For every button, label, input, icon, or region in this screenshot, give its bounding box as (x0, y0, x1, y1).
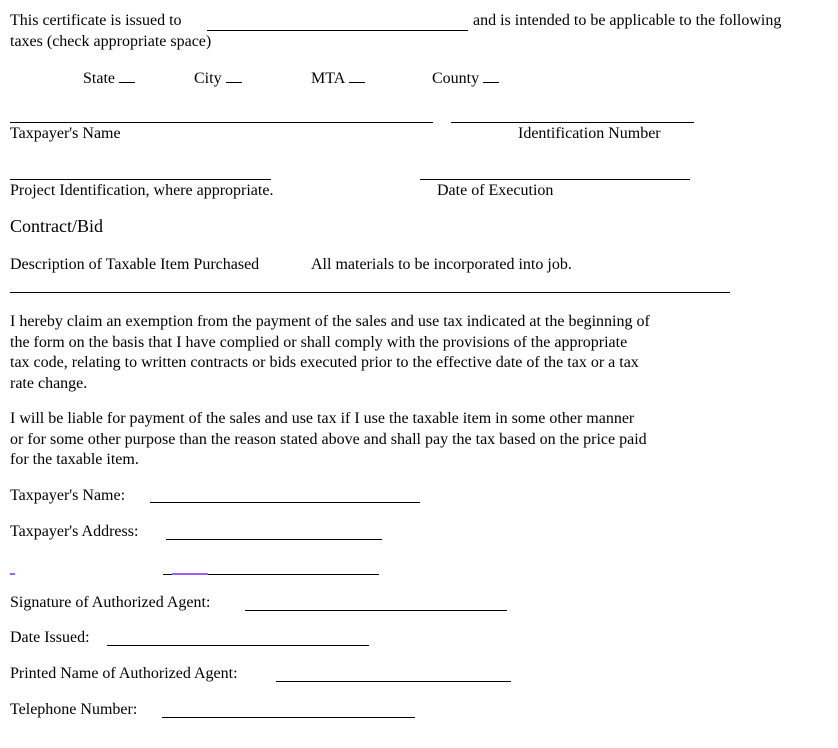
telephone-field[interactable] (162, 717, 415, 718)
bottom-taxpayer-name-field[interactable] (150, 502, 420, 503)
taxpayer-address-field[interactable] (166, 539, 382, 540)
date-of-execution-line[interactable] (420, 179, 690, 180)
issued-to-prefix: This certificate is issued to (10, 12, 182, 29)
issued-to-field[interactable] (207, 30, 468, 31)
telephone-label: Telephone Number: (10, 701, 138, 718)
exemption-claim-paragraph: I hereby claim an exemption from the pay… (10, 313, 650, 392)
date-issued-label: Date Issued: (10, 629, 90, 646)
taxpayer-name-line[interactable] (10, 122, 433, 123)
date-of-execution-label: Date of Execution (437, 182, 554, 199)
description-label: Description of Taxable Item Purchased (10, 256, 260, 273)
tax-option-label: MTA (311, 70, 346, 87)
project-identification-label: Project Identification, where appropriat… (10, 182, 274, 199)
tax-option-mta[interactable]: MTA (311, 68, 366, 88)
taxes-instruction: taxes (check appropriate space) (10, 33, 212, 50)
tax-option-city[interactable]: City (194, 68, 242, 88)
taxpayer-name-label: Taxpayer's Name (10, 125, 121, 142)
state-check-blank[interactable] (119, 68, 135, 83)
project-identification-line[interactable] (10, 179, 271, 180)
taxpayer-address-label: Taxpayer's Address: (10, 523, 139, 540)
tax-option-label: State (83, 70, 115, 87)
county-check-blank[interactable] (483, 68, 500, 83)
contract-bid-heading: Contract/Bid (10, 216, 103, 236)
city-check-blank[interactable] (225, 68, 242, 83)
tax-option-label: County (432, 70, 480, 87)
cursor-mark (10, 573, 15, 575)
signature-field[interactable] (245, 610, 507, 611)
bottom-taxpayer-name-label: Taxpayer's Name: (10, 487, 126, 504)
printed-name-label: Printed Name of Authorized Agent: (10, 665, 238, 682)
tax-option-state[interactable]: State (83, 68, 135, 88)
signature-label: Signature of Authorized Agent: (10, 594, 211, 611)
tax-option-label: City (194, 70, 222, 87)
liability-paragraph: I will be liable for payment of the sale… (10, 410, 647, 468)
identification-number-line[interactable] (451, 122, 694, 123)
tax-option-county[interactable]: County (432, 68, 500, 88)
issued-to-suffix: and is intended to be applicable to the … (473, 12, 782, 29)
identification-number-label: Identification Number (518, 125, 661, 142)
description-line[interactable] (10, 292, 730, 293)
date-issued-field[interactable] (107, 645, 369, 646)
printed-name-field[interactable] (276, 681, 511, 682)
description-value[interactable]: All materials to be incorporated into jo… (311, 255, 572, 274)
text-selection-highlight (172, 573, 208, 575)
mta-check-blank[interactable] (349, 68, 366, 83)
